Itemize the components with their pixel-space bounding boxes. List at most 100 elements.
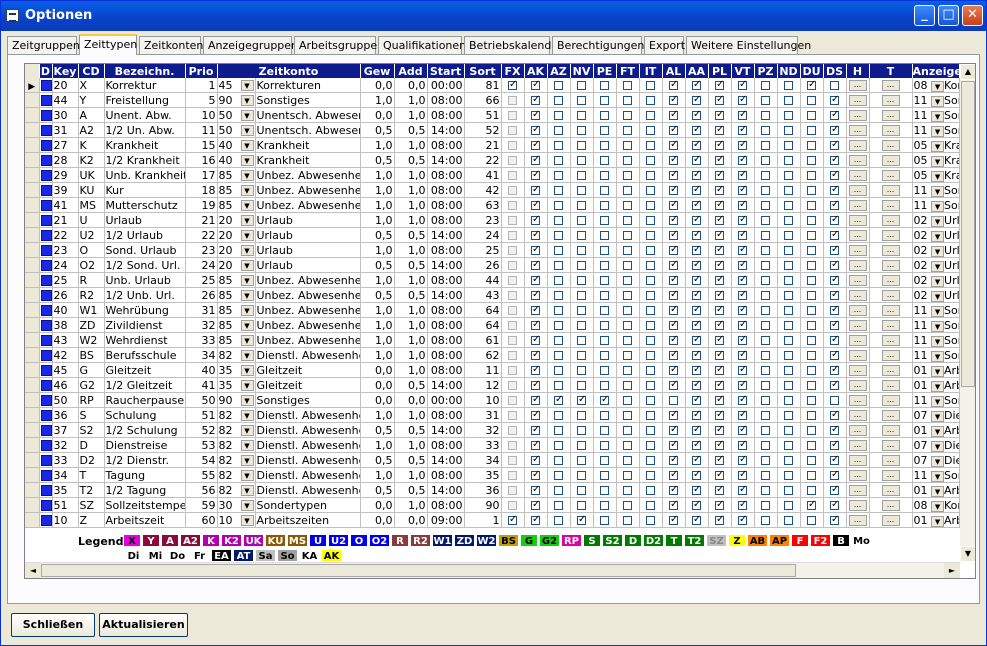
table-row[interactable]: 32DDienstreise5382▼Dienstl. Abwesenheit1… xyxy=(25,437,960,453)
pz-checkbox[interactable] xyxy=(761,201,771,210)
zeitkonto-name-cell[interactable]: Krankheit xyxy=(255,152,361,168)
ellipsis-icon[interactable]: ... xyxy=(881,140,900,151)
flag-cell-du[interactable] xyxy=(800,377,824,393)
zeitkonto-select[interactable]: 35 ▼ xyxy=(217,377,256,393)
al-checkbox[interactable] xyxy=(669,259,678,271)
flag-cell-fx[interactable] xyxy=(501,182,525,198)
name-cell[interactable]: 1/2 Sond. Url. xyxy=(104,257,186,273)
row-selector[interactable] xyxy=(25,272,40,288)
flag-cell-az[interactable] xyxy=(547,167,571,183)
vt-checkbox[interactable] xyxy=(738,319,747,331)
flag-cell-ak[interactable] xyxy=(524,437,548,453)
nv-checkbox[interactable] xyxy=(577,366,587,375)
fx-checkbox[interactable] xyxy=(508,306,518,315)
flag-cell-aa[interactable] xyxy=(685,272,709,288)
h-cell[interactable]: ... xyxy=(846,392,870,408)
it-checkbox[interactable] xyxy=(646,246,656,255)
flag-cell-ak[interactable] xyxy=(524,137,548,153)
tab-qualifikationen[interactable]: Qualifikationen xyxy=(378,36,466,54)
flag-cell-nd[interactable] xyxy=(777,182,801,198)
d-cell[interactable] xyxy=(39,137,53,153)
flag-cell-aa[interactable] xyxy=(685,287,709,303)
flag-cell-fx[interactable] xyxy=(501,422,525,438)
key-cell[interactable]: 37 xyxy=(52,422,79,438)
flag-cell-al[interactable] xyxy=(662,167,686,183)
flag-cell-ft[interactable] xyxy=(616,78,640,93)
flag-cell-vt[interactable] xyxy=(731,317,755,333)
flag-cell-nd[interactable] xyxy=(777,302,801,318)
start-cell[interactable]: 00:00 xyxy=(427,78,465,93)
ellipsis-icon[interactable]: ... xyxy=(848,275,867,286)
flag-cell-az[interactable] xyxy=(547,347,571,363)
dropdown-arrow-icon[interactable]: ▼ xyxy=(240,469,254,481)
dropdown-arrow-icon[interactable]: ▼ xyxy=(240,364,254,376)
h-cell[interactable]: ... xyxy=(846,272,870,288)
ellipsis-icon[interactable]: ... xyxy=(881,260,900,271)
column-header-t[interactable]: T xyxy=(869,64,913,78)
flag-cell-nd[interactable] xyxy=(777,377,801,393)
flag-cell-pl[interactable] xyxy=(708,92,732,108)
flag-cell-pe[interactable] xyxy=(593,197,617,213)
flag-cell-ft[interactable] xyxy=(616,422,640,438)
vt-checkbox[interactable] xyxy=(738,289,747,301)
flag-cell-ds[interactable] xyxy=(823,497,847,513)
ds-checkbox[interactable] xyxy=(830,319,839,331)
flag-cell-fx[interactable] xyxy=(501,302,525,318)
du-checkbox[interactable] xyxy=(807,441,817,450)
key-cell[interactable]: 39 xyxy=(52,182,79,198)
flag-cell-fx[interactable] xyxy=(501,92,525,108)
cd-cell[interactable]: W2 xyxy=(78,332,105,348)
ellipsis-icon[interactable]: ... xyxy=(848,335,867,346)
t-cell[interactable]: ... xyxy=(869,272,913,288)
ft-checkbox[interactable] xyxy=(623,426,633,435)
az-checkbox[interactable] xyxy=(554,246,564,255)
sort-cell[interactable]: 24 xyxy=(464,227,502,243)
it-checkbox[interactable] xyxy=(646,396,656,405)
flag-cell-az[interactable] xyxy=(547,78,571,93)
ak-checkbox[interactable] xyxy=(531,274,540,286)
zeitkonto-select[interactable]: 40 ▼ xyxy=(217,152,256,168)
ft-checkbox[interactable] xyxy=(623,246,633,255)
row-selector[interactable] xyxy=(25,392,40,408)
dropdown-arrow-icon[interactable]: ▼ xyxy=(931,410,945,422)
start-cell[interactable]: 00:00 xyxy=(427,392,465,408)
flag-cell-vt[interactable] xyxy=(731,377,755,393)
zeitkonto-name-cell[interactable]: Sonstiges xyxy=(255,392,361,408)
name-cell[interactable]: 1/2 Urlaub xyxy=(104,227,186,243)
flag-cell-it[interactable] xyxy=(639,92,663,108)
flag-cell-aa[interactable] xyxy=(685,152,709,168)
table-row[interactable]: 26 R2 1/2 Unb. Url. 26 85 ▼ Unbez. Abwesenheit… xyxy=(25,287,960,303)
t-cell[interactable]: ... xyxy=(869,437,913,453)
flag-cell-nv[interactable] xyxy=(570,257,594,273)
flag-cell-nv[interactable] xyxy=(570,407,594,423)
flag-cell-it[interactable] xyxy=(639,167,663,183)
name-cell[interactable]: Freistellung xyxy=(104,92,186,108)
d-cell[interactable] xyxy=(39,122,53,138)
h-cell[interactable]: ... xyxy=(846,317,870,333)
ellipsis-icon[interactable]: ... xyxy=(848,140,867,151)
flag-cell-fx[interactable] xyxy=(501,407,525,423)
t-cell[interactable]: ... xyxy=(869,362,913,378)
flag-cell-ds[interactable] xyxy=(823,407,847,423)
pe-checkbox[interactable] xyxy=(600,306,610,315)
flag-cell-vt[interactable] xyxy=(731,137,755,153)
nv-checkbox[interactable] xyxy=(577,201,587,210)
d-color-swatch[interactable] xyxy=(40,515,51,526)
fx-checkbox[interactable] xyxy=(508,156,518,165)
start-cell[interactable]: 08:00 xyxy=(427,437,465,453)
t-cell[interactable]: ... xyxy=(869,467,913,483)
flag-cell-az[interactable] xyxy=(547,212,571,228)
it-checkbox[interactable] xyxy=(646,231,656,240)
d-cell[interactable] xyxy=(39,78,53,93)
d-cell[interactable] xyxy=(39,347,53,363)
flag-cell-ak[interactable] xyxy=(524,482,548,498)
gew-cell[interactable]: 0,5 xyxy=(360,152,395,168)
name-cell[interactable]: Raucherpause xyxy=(104,392,186,408)
flag-cell-vt[interactable] xyxy=(731,422,755,438)
anzeige-select[interactable]: 02 ▼Urlau xyxy=(912,272,960,288)
flag-cell-pl[interactable] xyxy=(708,377,732,393)
flag-cell-vt[interactable] xyxy=(731,362,755,378)
flag-cell-vt[interactable] xyxy=(731,78,755,93)
flag-cell-aa[interactable] xyxy=(685,227,709,243)
flag-cell-pl[interactable] xyxy=(708,392,732,408)
